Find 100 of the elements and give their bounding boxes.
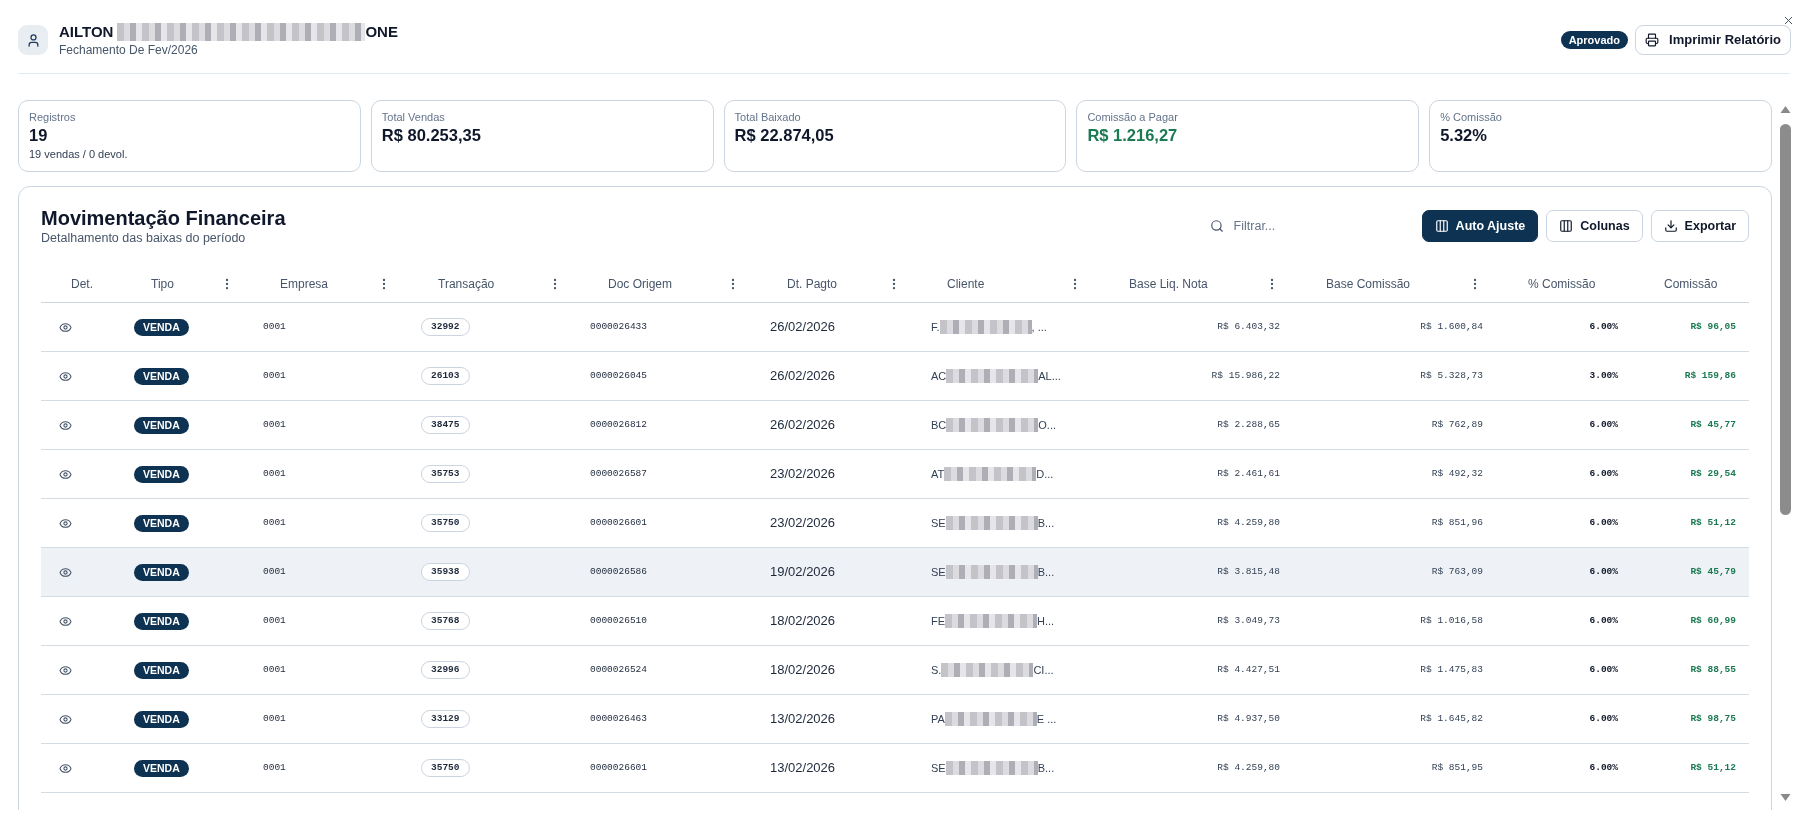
column-header[interactable]: Cliente [947,274,985,293]
filter-field[interactable]: Filtrar... [1233,214,1394,238]
stat-note: 19 vendas / 0 devol. [29,147,128,161]
company-code: 0001 [263,319,286,334]
payment-date: 26/02/2026 [770,416,836,435]
type-tag: VENDA [134,612,189,630]
column-header[interactable]: Det. [71,274,93,293]
payment-date: 19/02/2026 [770,563,836,582]
column-header[interactable]: Doc Origem [608,274,672,293]
eye-icon[interactable] [59,663,72,677]
payment-date: 18/02/2026 [770,612,836,631]
payment-date: 26/02/2026 [770,367,836,386]
type-tag: VENDA [134,416,189,434]
client-name-end: CI... [1033,662,1054,678]
type-tag: VENDA [134,514,189,532]
document-number: 0000026601 [590,515,647,530]
commission-base-amount: R$ 851,95 [1431,760,1483,775]
eye-icon[interactable] [59,712,72,726]
commission-amount: R$ 51,12 [1690,760,1736,775]
stat-label: % Comissão [1440,110,1502,124]
client-name-start: SE [931,564,946,580]
net-base-amount: R$ 3.815,48 [1217,564,1280,579]
client-name-start: S. [931,662,942,678]
eye-icon[interactable] [59,467,72,481]
column-header[interactable]: Comissão [1664,274,1718,293]
commission-rate: 6.00% [1589,515,1618,530]
commission-amount: R$ 29,54 [1690,466,1736,481]
stat-value: R$ 1.216,27 [1087,125,1178,146]
column-header[interactable]: Tipo [151,274,174,293]
commission-rate: 3.00% [1589,368,1618,383]
transaction-tag: 38475 [421,416,470,434]
client-name-start: AC [931,368,947,384]
eye-icon[interactable] [59,516,72,530]
net-base-amount: R$ 4.259,80 [1217,515,1280,530]
search-icon [1209,219,1224,233]
person-name: AILTON [59,21,114,42]
type-tag: VENDA [134,465,189,483]
transaction-tag: 35750 [421,759,470,777]
company-code: 0001 [263,515,286,530]
commission-base-amount: R$ 763,09 [1431,564,1483,579]
eye-icon[interactable] [59,761,72,775]
period-subtitle: Fechamento De Fev/2026 [59,41,199,59]
company-code: 0001 [263,760,286,775]
commission-amount: R$ 45,77 [1690,417,1736,432]
eye-icon[interactable] [59,565,72,579]
print-report-button[interactable]: Imprimir Relatório [1635,25,1791,55]
stat-label: Total Vendas [381,110,445,124]
column-header[interactable]: Dt. Pagto [787,274,838,293]
client-name-start: SE [931,760,946,776]
stat-label: Total Baixado [734,110,801,124]
transaction-tag: 32992 [421,318,470,336]
scrollbar-thumb[interactable] [1779,124,1791,515]
columns-icon [1434,219,1449,233]
transaction-tag: 35768 [421,612,470,630]
eye-icon[interactable] [59,369,72,383]
stat-label: Comissão a Pagar [1087,110,1178,124]
transaction-tag: 35753 [421,465,470,483]
client-name-start: BC [931,417,947,433]
client-name-start: F. [931,319,940,335]
document-number: 0000026524 [590,662,647,677]
document-number: 0000026586 [590,564,647,579]
user-avatar-icon [18,25,48,55]
document-number: 0000026510 [590,613,647,628]
column-header[interactable]: % Comissão [1528,274,1596,293]
column-header[interactable]: Empresa [280,274,329,293]
stat-value: 5.32% [1440,125,1487,146]
client-name-start: AT [931,466,945,482]
commission-rate: 6.00% [1589,319,1618,334]
scroll-down-arrow-icon[interactable] [1779,794,1791,801]
commission-rate: 6.00% [1589,711,1618,726]
commission-base-amount: R$ 851,96 [1431,515,1483,530]
client-name-end: H... [1037,613,1055,629]
scroll-up-arrow-icon[interactable] [1779,106,1791,113]
toolbar-button[interactable]: Auto Ajuste [1421,210,1539,242]
close-icon[interactable] [1782,14,1795,27]
client-name-end: B... [1037,760,1055,776]
eye-icon[interactable] [59,320,72,334]
type-tag: VENDA [134,759,189,777]
status-badge: Aprovado [1560,31,1628,49]
client-name-end: AL... [1038,368,1061,384]
section-subtitle: Detalhamento das baixas do período [41,230,247,246]
download-icon [1663,219,1678,233]
eye-icon[interactable] [59,614,72,628]
payment-date: 18/02/2026 [770,661,836,680]
column-header[interactable]: Base Liq. Nota [1129,274,1208,293]
type-tag: VENDA [134,367,189,385]
toolbar-button[interactable]: Colunas [1546,210,1643,242]
toolbar-button[interactable]: Exportar [1650,210,1749,242]
section-title: Movimentação Financeira [41,206,286,230]
commission-amount: R$ 159,86 [1684,368,1736,383]
net-base-amount: R$ 4.937,50 [1217,711,1280,726]
eye-icon[interactable] [59,418,72,432]
commission-rate: 6.00% [1589,613,1618,628]
document-number: 0000026463 [590,711,647,726]
document-number: 0000026812 [590,417,647,432]
column-header[interactable]: Transação [438,274,495,293]
stat-value: 19 [29,125,48,146]
payment-date: 23/02/2026 [770,514,836,533]
column-header[interactable]: Base Comissão [1326,274,1411,293]
document-number: 0000026045 [590,368,647,383]
